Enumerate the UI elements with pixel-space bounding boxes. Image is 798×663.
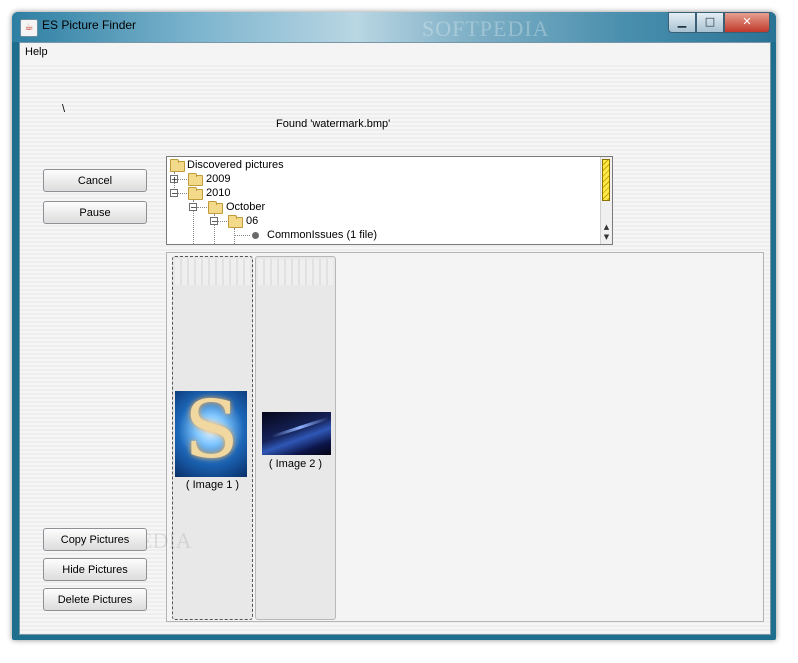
tree-line (197, 207, 207, 208)
tree-leaf-commonissues[interactable]: CommonIssues (1 file) (267, 228, 377, 242)
java-cup-icon[interactable]: ☕ (20, 19, 38, 37)
tree-node-october[interactable]: October (226, 200, 265, 214)
image-card-2[interactable]: ( Image 2 ) (255, 256, 336, 620)
folder-icon (208, 201, 223, 214)
window-title: ES Picture Finder (42, 18, 137, 32)
image-thumbnail-1[interactable]: S (175, 391, 247, 477)
title-watermark: SOFTPEDIA (422, 16, 550, 41)
tree-line (178, 179, 187, 180)
menu-bar: Help (20, 43, 770, 63)
picture-gallery: S ( Image 1 ) ( Image 2 ) (166, 252, 764, 622)
close-icon[interactable]: ✕ (724, 12, 770, 33)
pause-button[interactable]: Pause (43, 201, 147, 224)
collapse-icon[interactable]: − (170, 189, 178, 198)
scroll-down-icon[interactable]: ▼ (601, 233, 612, 241)
card-header (175, 259, 250, 285)
client-area: Help \ Found 'watermark.bmp' Cancel Paus… (19, 42, 771, 635)
collapse-icon[interactable]: − (210, 217, 218, 226)
tree-node-06[interactable]: 06 (246, 214, 258, 228)
image-card-1[interactable]: S ( Image 1 ) (172, 256, 253, 620)
window-controls: ▁ □ ✕ (668, 12, 770, 33)
tree-line (178, 193, 187, 194)
title-bar[interactable]: ☕ ES Picture Finder SOFTPEDIA ▁ □ ✕ (12, 12, 776, 42)
tree-root-label[interactable]: Discovered pictures (187, 158, 284, 172)
hide-pictures-button[interactable]: Hide Pictures (43, 558, 147, 581)
tree-line (218, 221, 227, 222)
image-caption-2: ( Image 2 ) (268, 458, 323, 470)
image-caption-1: ( Image 1 ) (185, 479, 240, 491)
bullet-icon (252, 232, 259, 239)
cancel-button[interactable]: Cancel (43, 169, 147, 192)
folder-icon (188, 187, 203, 200)
thumbnail-art: S (184, 391, 239, 476)
thumbnail-art (271, 416, 329, 439)
delete-pictures-button[interactable]: Delete Pictures (43, 588, 147, 611)
tree-node-2009[interactable]: 2009 (206, 172, 230, 186)
scroll-up-icon[interactable]: ▲ (601, 223, 612, 231)
folder-icon (228, 215, 243, 228)
expand-icon[interactable]: + (170, 175, 178, 184)
folder-icon (170, 159, 185, 172)
status-message: Found 'watermark.bmp' (276, 118, 391, 130)
copy-pictures-button[interactable]: Copy Pictures (43, 528, 147, 551)
app-window: ☕ ES Picture Finder SOFTPEDIA ▁ □ ✕ Help… (12, 12, 776, 640)
current-path: \ (62, 103, 66, 115)
folder-icon (188, 173, 203, 186)
tree-line (234, 235, 250, 236)
card-header (258, 259, 333, 285)
tree-line (234, 228, 235, 244)
image-thumbnail-2[interactable] (262, 412, 331, 455)
discovered-pictures-tree[interactable]: Discovered pictures + 2009 − 2010 − Octo… (166, 156, 613, 245)
menu-help[interactable]: Help (25, 46, 48, 58)
tree-node-2010[interactable]: 2010 (206, 186, 230, 200)
tree-scrollbar[interactable]: ▲ ▼ (600, 157, 612, 244)
scrollbar-thumb[interactable] (602, 159, 610, 201)
maximize-icon[interactable]: □ (696, 12, 724, 33)
minimize-icon[interactable]: ▁ (668, 12, 696, 33)
collapse-icon[interactable]: − (189, 203, 197, 212)
